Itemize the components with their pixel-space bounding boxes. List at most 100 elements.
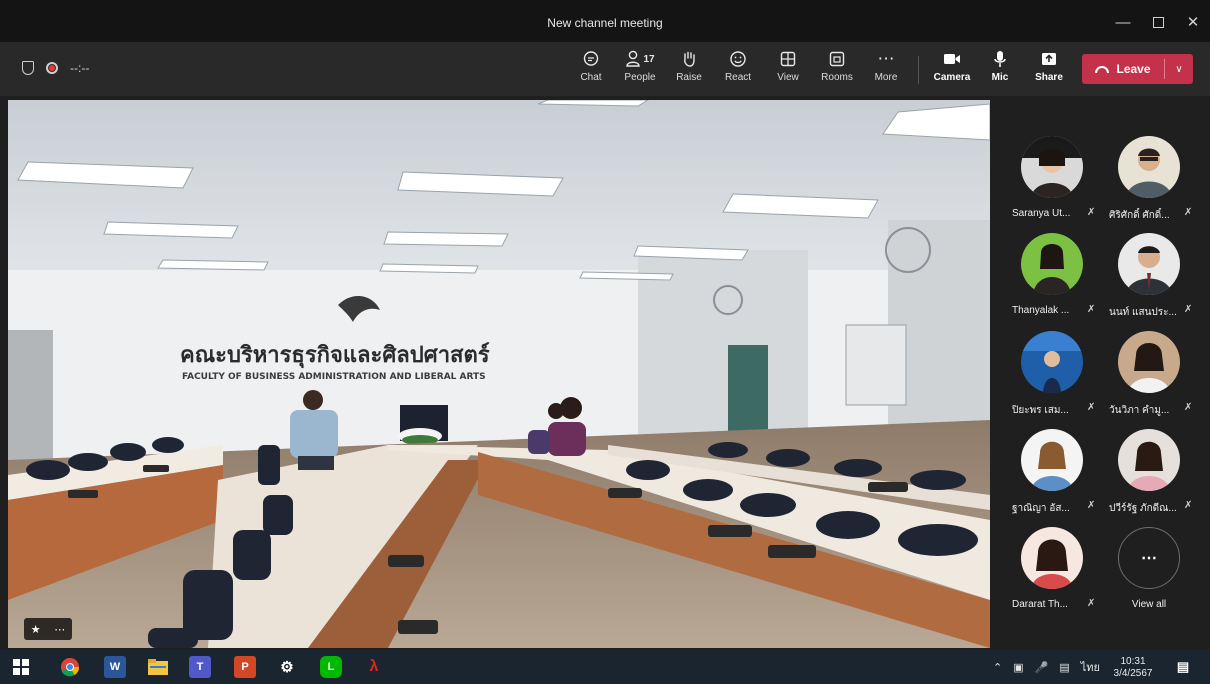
notification-icon[interactable]: ▤ [1172, 656, 1194, 678]
people-icon [626, 50, 641, 67]
avatar [1021, 429, 1083, 491]
window-title: New channel meeting [547, 16, 663, 30]
word-icon[interactable]: W [104, 656, 126, 678]
meeting-toolbar: --:-- Chat 17 People Raise React View Ro… [0, 42, 1210, 96]
smiley-icon [718, 48, 758, 70]
file-explorer-icon[interactable] [147, 656, 169, 678]
mic-muted-icon: ✗ [1087, 207, 1096, 218]
participant-name: Thanyalak ... [1012, 305, 1070, 316]
more-button[interactable]: ⋯ More [866, 48, 906, 90]
chat-icon [571, 48, 611, 70]
view-all-button[interactable]: ⋯ View all [1101, 523, 1197, 613]
leave-button-group: Leave ∨ [1082, 54, 1193, 84]
minimize-icon[interactable]: — [1113, 12, 1133, 32]
avatar [1021, 136, 1083, 198]
avatar [1021, 331, 1083, 393]
participant-tile[interactable]: ปวีร์รัฐ ภักดีณ... ✗ [1101, 425, 1197, 515]
participant-tile[interactable]: Saranya Ut... ✗ [1004, 132, 1100, 222]
chevron-up-icon[interactable]: ⌃ [993, 661, 1002, 674]
conference-room-scene: คณะบริหารธุรกิจและศิลปศาสตร์ FACULTY OF … [8, 100, 990, 648]
title-bar: New channel meeting — ✕ [0, 0, 1210, 42]
teams-icon[interactable]: T [189, 656, 211, 678]
system-tray: ⌃ ▣ 🎤 ▤ ไทย [993, 650, 1100, 684]
rooms-icon [817, 48, 857, 70]
meeting-status: --:-- [22, 61, 89, 75]
participant-name: ปิยะพร เสม... [1012, 405, 1069, 416]
windows-taskbar: W T P ⚙ L λ ⌃ ▣ 🎤 ▤ ไทย 10:31 3/4/2567 ▤ [0, 650, 1210, 684]
chat-button[interactable]: Chat [571, 48, 611, 90]
teams-meeting-window: New channel meeting — ✕ --:-- Chat 17 Pe… [0, 0, 1210, 684]
leave-button[interactable]: Leave [1082, 62, 1164, 76]
react-button[interactable]: React [718, 48, 758, 90]
line-icon[interactable]: L [320, 656, 342, 678]
raise-hand-icon [669, 48, 709, 70]
camera-icon [930, 48, 974, 70]
powerpoint-icon[interactable]: P [234, 656, 256, 678]
mic-muted-icon: ✗ [1184, 304, 1193, 315]
avatar [1118, 331, 1180, 393]
clock-time: 10:31 [1120, 656, 1146, 667]
grid-icon [768, 48, 808, 70]
settings-icon[interactable]: ⚙ [276, 656, 298, 678]
close-icon[interactable]: ✕ [1183, 12, 1203, 32]
video-more-icon[interactable]: ⋯ [54, 623, 65, 636]
system-clock[interactable]: 10:31 3/4/2567 [1106, 656, 1160, 680]
participant-tile[interactable]: วันวิภา คำมู... ✗ [1101, 327, 1197, 417]
network-icon[interactable]: ▤ [1059, 661, 1069, 674]
meeting-timer: --:-- [70, 61, 90, 75]
mic-muted-icon: ✗ [1087, 598, 1096, 609]
participant-name: วันวิภา คำมู... [1109, 405, 1170, 416]
avatar [1021, 233, 1083, 295]
toolbar-divider [918, 56, 919, 84]
participant-name: Saranya Ut... [1012, 208, 1071, 219]
share-button[interactable]: Share [1029, 48, 1069, 90]
participant-tile[interactable]: Dararat Th... ✗ [1004, 523, 1100, 613]
rooms-button[interactable]: Rooms [817, 48, 857, 90]
wall-sign-english: FACULTY OF BUSINESS ADMINISTRATION AND L… [182, 372, 486, 382]
participant-name: ปวีร์รัฐ ภักดีณ... [1109, 503, 1177, 514]
participant-tile[interactable]: นนท์ แสนประ... ✗ [1101, 229, 1197, 319]
mic-muted-icon: ✗ [1087, 500, 1096, 511]
main-video-feed: คณะบริหารธุรกิจและศิลปศาสตร์ FACULTY OF … [8, 100, 990, 648]
people-button[interactable]: 17 People [619, 48, 661, 90]
mic-muted-icon: ✗ [1184, 500, 1193, 511]
participant-tile[interactable]: Thanyalak ... ✗ [1004, 229, 1100, 319]
participant-name: นนท์ แสนประ... [1109, 307, 1177, 318]
clock-date: 3/4/2567 [1113, 668, 1153, 679]
participant-tile[interactable]: ปิยะพร เสม... ✗ [1004, 327, 1100, 417]
mic-muted-icon: ✗ [1087, 304, 1096, 315]
camera-button[interactable]: Camera [930, 48, 974, 90]
acrobat-icon[interactable]: λ [363, 656, 385, 678]
windows-start-icon[interactable] [10, 656, 32, 678]
avatar [1118, 233, 1180, 295]
mic-muted-icon: ✗ [1184, 402, 1193, 413]
participant-tile[interactable]: ฐาณิญา อัส... ✗ [1004, 425, 1100, 515]
participant-name: ฐาณิญา อัส... [1012, 503, 1070, 514]
participant-name: ศิริศักดิ์ ศักดิ์... [1109, 210, 1170, 221]
mic-muted-icon: ✗ [1184, 207, 1193, 218]
avatar [1118, 136, 1180, 198]
ellipsis-icon: ⋯ [877, 49, 895, 68]
view-button[interactable]: View [768, 48, 808, 90]
video-options-bar[interactable]: ★ ⋯ [24, 618, 72, 640]
wall-sign-thai: คณะบริหารธุรกิจและศิลปศาสตร์ [180, 342, 490, 369]
avatar [1021, 527, 1083, 589]
mic-button[interactable]: Mic [980, 48, 1020, 90]
chevron-down-icon[interactable]: ∨ [1165, 64, 1193, 75]
language-indicator[interactable]: ไทย [1081, 658, 1100, 676]
share-icon [1029, 48, 1069, 70]
microphone-tray-icon[interactable]: 🎤 [1035, 661, 1049, 674]
shield-icon [22, 61, 34, 75]
avatar [1118, 429, 1180, 491]
participant-name: Dararat Th... [1012, 599, 1068, 610]
pin-icon[interactable]: ★ [31, 623, 41, 636]
participant-tile[interactable]: ศิริศักดิ์ ศักดิ์... ✗ [1101, 132, 1197, 222]
raise-hand-button[interactable]: Raise [669, 48, 709, 90]
recording-icon [46, 62, 58, 74]
mic-icon [980, 48, 1020, 70]
people-count: 17 [643, 53, 655, 65]
maximize-icon[interactable] [1148, 12, 1168, 32]
phone-hangup-icon [1095, 65, 1110, 73]
chrome-icon[interactable] [59, 656, 81, 678]
screen-capture-icon[interactable]: ▣ [1013, 661, 1023, 674]
